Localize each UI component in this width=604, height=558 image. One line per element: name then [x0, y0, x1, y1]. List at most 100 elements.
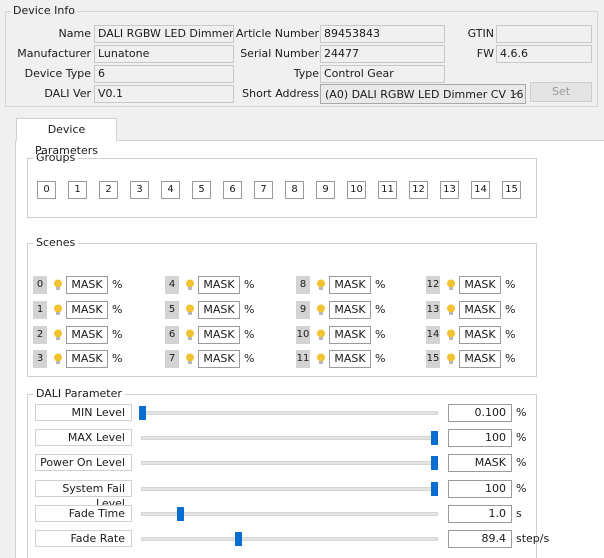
scene-5: 5 MASK% [165, 301, 265, 319]
min-level-slider-track[interactable] [141, 411, 438, 415]
scene-unit: % [375, 303, 386, 316]
scene-3: 3 MASK% [33, 350, 133, 368]
group-button-10[interactable]: 10 [347, 181, 366, 199]
short-address-dropdown[interactable]: (A0) DALI RGBW LED Dimmer CV 16 ⌄ [320, 84, 526, 104]
type-field[interactable]: Control Gear [320, 65, 445, 83]
scene-number: 13 [426, 301, 440, 319]
fade-time-slider-track[interactable] [141, 512, 438, 516]
group-button-2[interactable]: 2 [99, 181, 118, 199]
max-level-slider-track[interactable] [141, 436, 438, 440]
chevron-down-icon: ⌄ [510, 87, 519, 98]
scene-value-field[interactable]: MASK [459, 276, 501, 294]
scene-number: 5 [165, 301, 179, 319]
scene-number: 3 [33, 350, 47, 368]
manufacturer-field[interactable]: Lunatone [94, 45, 234, 63]
scene-value-field[interactable]: MASK [329, 326, 371, 344]
group-button-8[interactable]: 8 [285, 181, 304, 199]
scene-value-field[interactable]: MASK [459, 350, 501, 368]
fade-time-slider-thumb[interactable] [176, 507, 184, 521]
scene-unit: % [244, 278, 255, 291]
bulb-icon [53, 279, 63, 291]
fw-field[interactable]: 4.6.6 [496, 45, 592, 63]
short-address-label: Short Address [242, 87, 319, 100]
system-fail-level-slider-track[interactable] [141, 487, 438, 491]
power-on-level-value-field[interactable]: MASK [448, 454, 512, 472]
power-on-level-unit: % [516, 456, 527, 469]
min-level-slider-thumb[interactable] [139, 406, 146, 420]
scene-value-field[interactable]: MASK [329, 301, 371, 319]
scene-unit: % [375, 352, 386, 365]
serial-number-field[interactable]: 24477 [320, 45, 445, 63]
scene-unit: % [244, 328, 255, 341]
bulb-icon [53, 329, 63, 341]
group-button-15[interactable]: 15 [502, 181, 521, 199]
min-level-label: MIN Level [35, 404, 132, 421]
power-on-level-slider-track[interactable] [141, 461, 438, 465]
group-button-5[interactable]: 5 [192, 181, 211, 199]
group-button-11[interactable]: 11 [378, 181, 397, 199]
group-button-4[interactable]: 4 [161, 181, 180, 199]
scene-value-field[interactable]: MASK [198, 276, 240, 294]
bulb-icon [316, 279, 326, 291]
group-button-9[interactable]: 9 [316, 181, 335, 199]
group-button-0[interactable]: 0 [37, 181, 56, 199]
type-label: Type [293, 67, 319, 80]
scene-value-field[interactable]: MASK [459, 301, 501, 319]
device-type-field[interactable]: 6 [94, 65, 234, 83]
fade-rate-slider-track[interactable] [141, 537, 438, 541]
group-button-3[interactable]: 3 [130, 181, 149, 199]
scene-value-field[interactable]: MASK [329, 350, 371, 368]
bulb-icon [446, 329, 456, 341]
scene-unit: % [112, 328, 123, 341]
fade-rate-value-field[interactable]: 89.4 [448, 530, 512, 548]
set-button[interactable]: Set [530, 82, 592, 102]
scene-number: 10 [296, 326, 310, 344]
bulb-icon [316, 329, 326, 341]
manufacturer-label: Manufacturer [17, 47, 91, 60]
system-fail-level-slider-thumb[interactable] [431, 482, 438, 496]
scene-unit: % [244, 352, 255, 365]
bulb-icon [446, 353, 456, 365]
device-info-title: Device Info [11, 4, 77, 18]
scene-number: 12 [426, 276, 440, 294]
group-button-1[interactable]: 1 [68, 181, 87, 199]
scene-value-field[interactable]: MASK [198, 350, 240, 368]
name-field[interactable]: DALI RGBW LED Dimmer ... [94, 25, 234, 43]
bulb-icon [53, 304, 63, 316]
group-button-13[interactable]: 13 [440, 181, 459, 199]
scene-value-field[interactable]: MASK [66, 301, 108, 319]
dali-ver-field[interactable]: V0.1 [94, 85, 234, 103]
set-button-label: Set [551, 85, 571, 98]
tab-device-parameters[interactable]: Device Parameters [16, 118, 117, 157]
scene-value-field[interactable]: MASK [459, 326, 501, 344]
scene-value-field[interactable]: MASK [329, 276, 371, 294]
scene-value-field[interactable]: MASK [198, 326, 240, 344]
tab-device-parameters-label: Device Parameters [35, 123, 98, 157]
scene-value-field[interactable]: MASK [66, 276, 108, 294]
system-fail-level-value-field[interactable]: 100 [448, 480, 512, 498]
group-button-6[interactable]: 6 [223, 181, 242, 199]
fade-rate-slider-thumb[interactable] [235, 532, 243, 546]
min-level-unit: % [516, 406, 527, 419]
article-number-field[interactable]: 89453843 [320, 25, 445, 43]
scene-11: 11 MASK% [296, 350, 396, 368]
max-level-value-field[interactable]: 100 [448, 429, 512, 447]
min-level-value-field[interactable]: 0.100 [448, 404, 512, 422]
fade-time-value-field[interactable]: 1.0 [448, 505, 512, 523]
scene-value-field[interactable]: MASK [198, 301, 240, 319]
scene-number: 1 [33, 301, 47, 319]
group-button-14[interactable]: 14 [471, 181, 490, 199]
scene-15: 15 MASK% [426, 350, 526, 368]
gtin-field[interactable] [496, 25, 592, 43]
scene-14: 14 MASK% [426, 326, 526, 344]
group-button-12[interactable]: 12 [409, 181, 428, 199]
scene-2: 2 MASK% [33, 326, 133, 344]
scene-value-field[interactable]: MASK [66, 326, 108, 344]
scene-number: 9 [296, 301, 310, 319]
power-on-level-slider-thumb[interactable] [431, 456, 438, 470]
group-button-7[interactable]: 7 [254, 181, 273, 199]
scene-value-field[interactable]: MASK [66, 350, 108, 368]
scene-0: 0 MASK% [33, 276, 133, 294]
max-level-slider-thumb[interactable] [431, 431, 438, 445]
scene-unit: % [112, 352, 123, 365]
